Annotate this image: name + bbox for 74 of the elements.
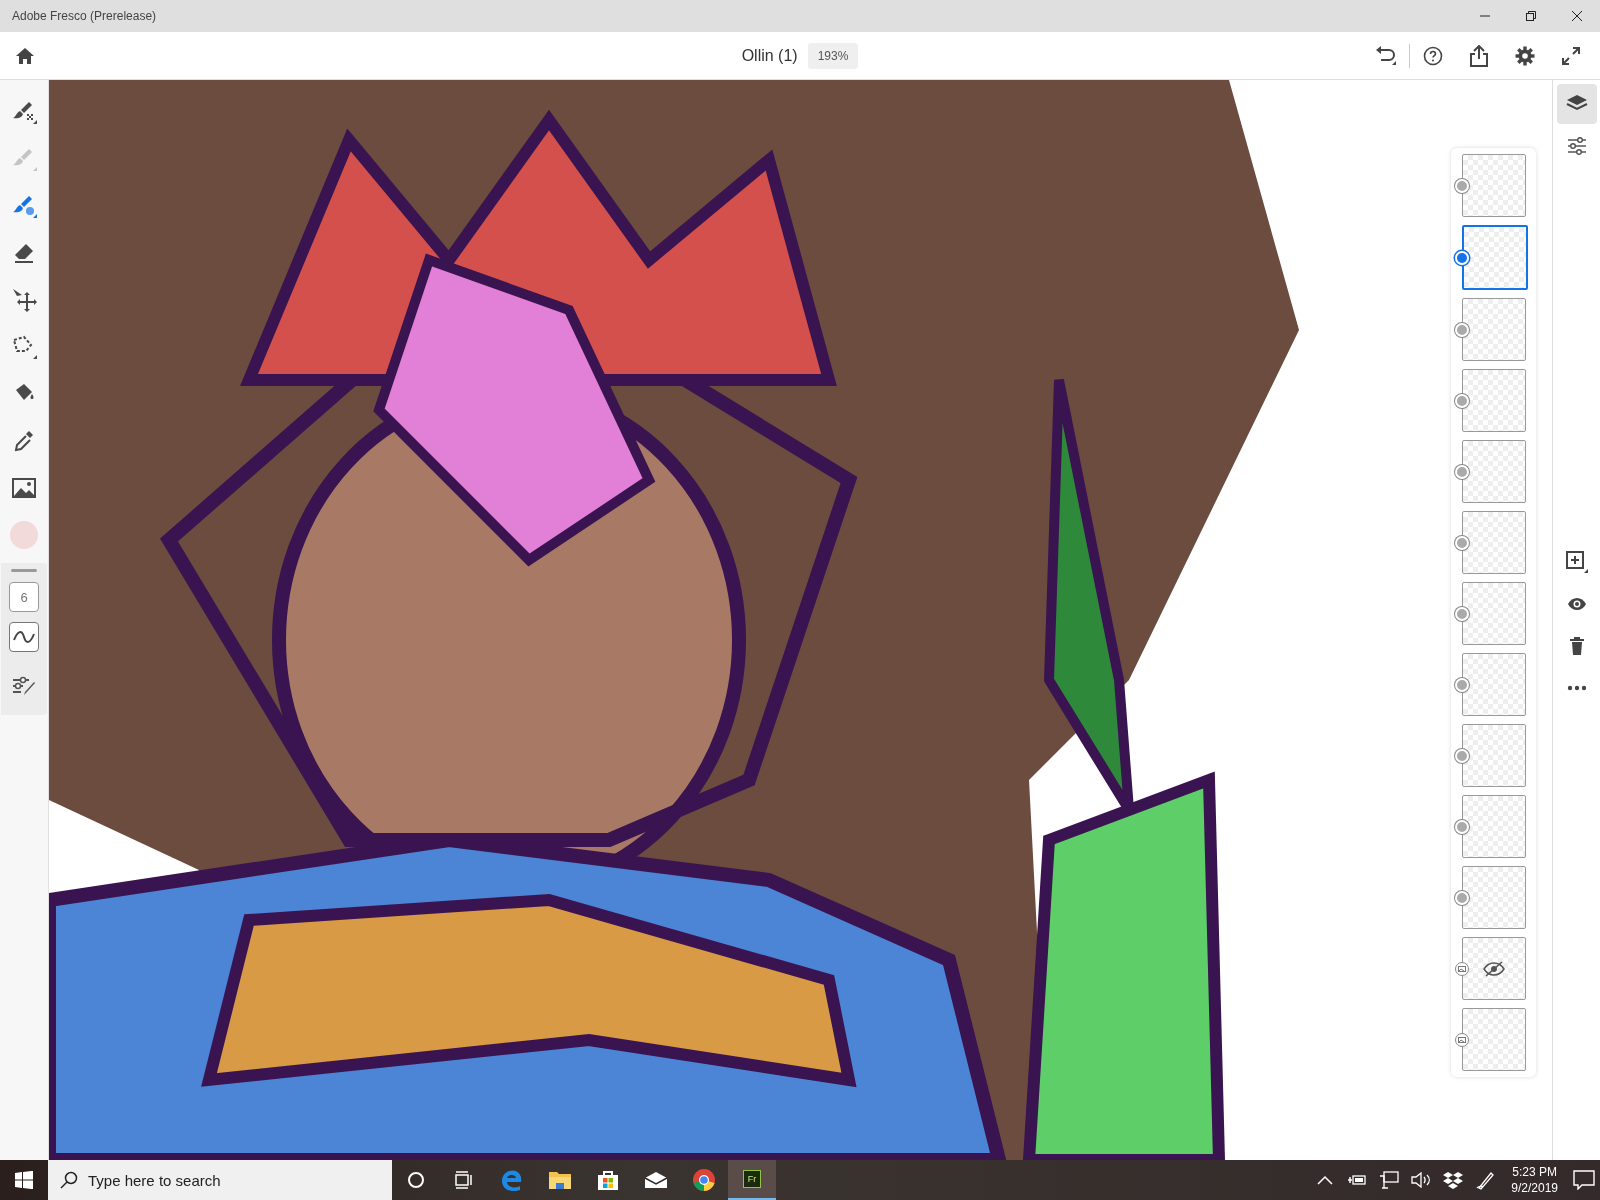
- volume-icon[interactable]: [1411, 1172, 1432, 1188]
- layer-thumbnail[interactable]: [1462, 154, 1526, 217]
- layer-radio[interactable]: [1455, 464, 1469, 479]
- clock-time[interactable]: 5:23 PM: [1512, 1164, 1557, 1180]
- eye-icon[interactable]: [1566, 597, 1587, 611]
- layer-thumbnail[interactable]: [1462, 369, 1526, 432]
- brush-settings-icon[interactable]: [11, 674, 37, 697]
- panel-handle[interactable]: [11, 569, 37, 572]
- brush-size-button[interactable]: 6: [9, 582, 39, 612]
- layer-thumbnail[interactable]: [1462, 724, 1526, 787]
- layer-thumbnail[interactable]: [1462, 937, 1526, 1000]
- smoothing-button[interactable]: [9, 622, 39, 652]
- layer-radio[interactable]: [1455, 748, 1469, 763]
- layer-thumbnail[interactable]: [1462, 653, 1526, 716]
- image-icon[interactable]: [11, 475, 37, 500]
- layer-thumbnail[interactable]: [1462, 298, 1526, 361]
- add-layer-icon[interactable]: [1565, 551, 1588, 573]
- layer-thumbnail[interactable]: [1462, 582, 1526, 645]
- layer-radio[interactable]: [1455, 535, 1469, 550]
- layer-radio[interactable]: [1455, 393, 1469, 408]
- close-icon[interactable]: [1571, 10, 1583, 22]
- folder-icon[interactable]: [548, 1170, 572, 1190]
- layer-thumbnail[interactable]: [1462, 511, 1526, 574]
- layers-tab-button[interactable]: [1556, 84, 1597, 124]
- brush-icon[interactable]: [11, 99, 37, 124]
- layer-thumbnail[interactable]: [1462, 866, 1526, 929]
- window-title: Adobe Fresco (Prerelease): [11, 9, 157, 23]
- notifications-icon[interactable]: [1573, 1170, 1595, 1190]
- layer-radio[interactable]: [1455, 322, 1469, 337]
- share-icon[interactable]: [1469, 44, 1489, 67]
- brush-icon[interactable]: [11, 193, 37, 218]
- more-icon[interactable]: [1566, 685, 1587, 691]
- hidden-eye-icon: [1483, 960, 1505, 977]
- network-icon[interactable]: [1379, 1171, 1400, 1189]
- clock-date[interactable]: 9/2/2019: [1511, 1180, 1558, 1196]
- battery-plug-icon[interactable]: [1347, 1173, 1368, 1187]
- undo-icon[interactable]: [1375, 45, 1397, 66]
- chevron-up-icon[interactable]: [1317, 1175, 1334, 1185]
- layer-radio[interactable]: [1455, 677, 1469, 692]
- document-title: Ollin (1): [741, 46, 798, 65]
- help-icon[interactable]: [1423, 45, 1443, 66]
- layer-radio[interactable]: [1455, 890, 1469, 905]
- fullscreen-icon[interactable]: [1561, 45, 1581, 66]
- layer-thumbnail[interactable]: [1462, 1008, 1526, 1071]
- layer-radio[interactable]: [1455, 250, 1469, 265]
- current-color-swatch[interactable]: [10, 521, 38, 549]
- layer-thumbnail[interactable]: [1462, 440, 1526, 503]
- sliders-icon[interactable]: [1566, 137, 1587, 155]
- layer-radio[interactable]: [1455, 606, 1469, 621]
- circle-icon[interactable]: [407, 1171, 425, 1189]
- fresco-app-button[interactable]: Fr: [728, 1160, 776, 1200]
- home-icon[interactable]: [15, 46, 35, 65]
- layer-radio[interactable]: [1455, 178, 1469, 193]
- layer-radio[interactable]: [1455, 819, 1469, 834]
- pen-icon[interactable]: [1475, 1170, 1496, 1190]
- restore-icon[interactable]: [1525, 10, 1537, 22]
- shopping-bag-icon[interactable]: [597, 1169, 619, 1191]
- task-view-icon[interactable]: [454, 1171, 474, 1189]
- mail-icon[interactable]: [644, 1171, 668, 1189]
- move-arrows-icon[interactable]: [11, 287, 37, 312]
- layer-thumbnail[interactable]: [1462, 225, 1528, 290]
- wave-icon: [12, 630, 36, 644]
- layer-thumbnail[interactable]: [1462, 795, 1526, 858]
- lasso-icon[interactable]: [11, 334, 37, 359]
- search-field[interactable]: Type here to search: [48, 1160, 392, 1200]
- settings-icon[interactable]: [1515, 45, 1535, 66]
- trash-icon[interactable]: [1568, 636, 1585, 656]
- zoom-level[interactable]: 193%: [807, 42, 859, 69]
- box-logo-icon[interactable]: [1443, 1171, 1464, 1189]
- image-layer-icon: [1455, 1032, 1469, 1047]
- image-layer-icon: [1455, 961, 1469, 976]
- browser-circle-icon[interactable]: [692, 1168, 716, 1192]
- browser-e-icon[interactable]: [501, 1169, 523, 1191]
- windows-start-icon[interactable]: [15, 1171, 33, 1189]
